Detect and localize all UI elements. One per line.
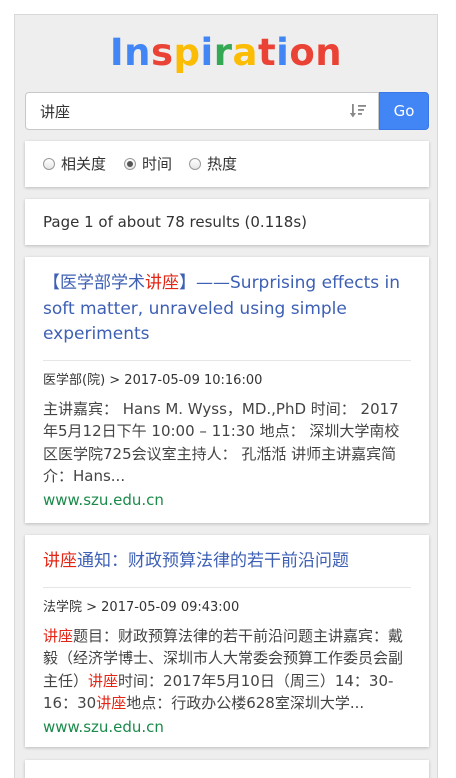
radio-popularity[interactable] [189,158,201,170]
highlighted-term: 讲座 [88,671,119,690]
result-meta: 医学部(院) > 2017-05-09 10:16:00 [43,372,263,388]
result-title[interactable]: 讲座通知：财政预算法律的若干前沿问题 [43,549,411,575]
highlighted-term: 讲座 [43,626,74,645]
result-url[interactable]: www.szu.edu.cn [43,490,411,510]
sort-options: 相关度 时间 热度 [25,141,429,187]
app-frame: Inspiration Go 相关度 时间 热度 Page 1 of about… [14,14,438,778]
divider [43,586,411,588]
sort-option-label: 热度 [207,155,238,173]
results-count: Page 1 of about 78 results (0.118s) [43,213,308,231]
radio-relevance[interactable] [43,158,55,170]
result-url[interactable]: www.szu.edu.cn [43,717,411,737]
result-card: 讲座通知：财政预算法律的若干前沿问题 法学院 > 2017-05-09 09:4… [25,535,429,747]
result-meta: 法学院 > 2017-05-09 09:43:00 [43,599,240,615]
radio-time[interactable] [124,158,136,170]
logo-letter: a [232,31,258,74]
highlighted-term: 讲座 [96,694,127,712]
sort-option-label: 时间 [142,155,173,173]
go-button[interactable]: Go [379,92,429,130]
logo-letter: p [173,31,201,74]
snippet-text: 主讲嘉宾： Hans M. Wyss，MD.,PhD 时间： 2017年5月12… [43,399,400,486]
sort-option-relevance[interactable]: 相关度 [43,154,106,174]
logo-letter: s [151,31,174,74]
logo-letter: t [257,31,277,74]
highlighted-term: 讲座 [43,551,77,571]
title-text: 【医学部学术 [43,273,145,293]
result-snippet: 讲座题目：财政预算法律的若干前沿问题主讲嘉宾：戴毅（经济学博士、深圳市人大常委会… [43,625,411,715]
sort-option-popularity[interactable]: 热度 [189,154,237,174]
result-card [25,760,429,778]
results-stats: Page 1 of about 78 results (0.118s) [25,199,429,245]
inspiration-logo: Inspiration [15,31,437,75]
highlighted-term: 讲座 [145,273,179,293]
result-card: 【医学部学术讲座】——Surprising effects in soft ma… [25,257,429,523]
logo-letter: r [213,31,233,74]
logo-letter: n [124,31,152,74]
search-bar: Go [25,92,429,130]
logo-letter: o [289,31,316,74]
result-title[interactable]: 【医学部学术讲座】——Surprising effects in soft ma… [43,271,411,348]
title-text: 通知：财政预算法律的若干前沿问题 [77,551,349,571]
sort-descending-icon[interactable] [349,102,367,120]
search-input[interactable] [25,92,379,130]
sort-option-label: 相关度 [61,155,107,173]
logo-letter: i [200,31,214,74]
logo-letter: i [276,31,290,74]
logo-letter: I [109,31,125,74]
divider [43,359,411,361]
snippet-text: 地点：行政办公楼628室深圳大学... [126,694,365,712]
logo-letter: n [315,31,343,74]
result-snippet: 主讲嘉宾： Hans M. Wyss，MD.,PhD 时间： 2017年5月12… [43,398,411,488]
sort-option-time[interactable]: 时间 [124,154,172,174]
